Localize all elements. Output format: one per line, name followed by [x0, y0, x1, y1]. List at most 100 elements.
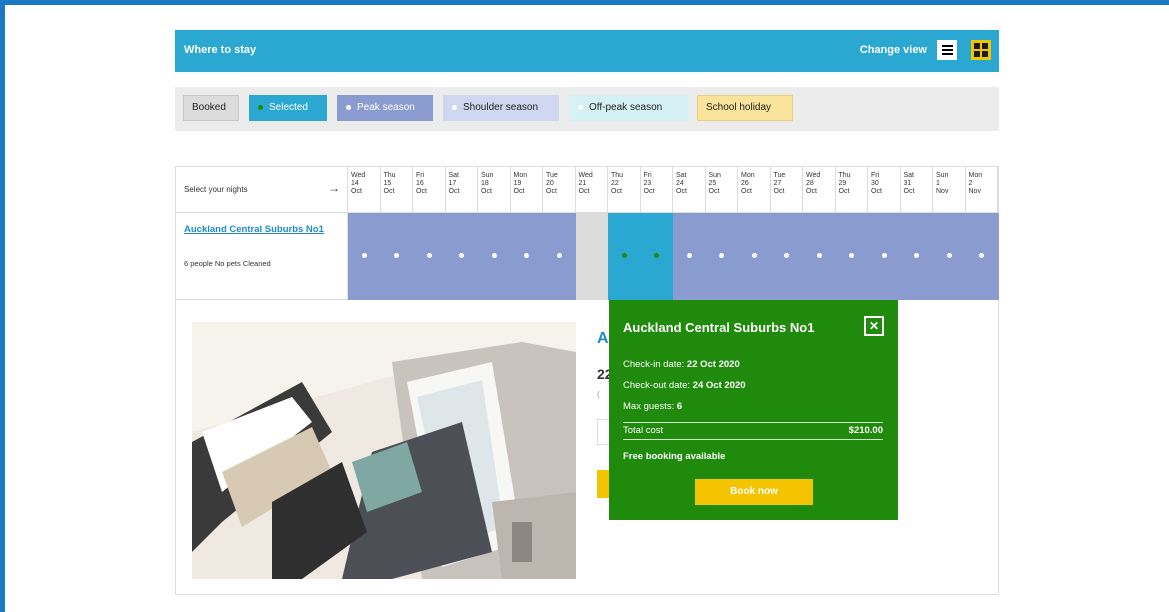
night-cell-booked	[575, 213, 609, 300]
guests-value: 6	[676, 401, 683, 412]
night-cell-peak[interactable]	[673, 213, 706, 300]
date-header-day: Wed	[578, 172, 593, 179]
night-cell-peak[interactable]	[770, 213, 804, 300]
date-header-date: 25	[708, 180, 717, 187]
night-cell-peak[interactable]	[868, 213, 901, 300]
date-column-header[interactable]: Sun 25 Oct	[705, 167, 738, 213]
detail-property-name[interactable]: A	[597, 330, 609, 348]
date-header-date: 1	[936, 180, 940, 187]
night-dot	[751, 253, 757, 258]
date-header-month: Oct	[676, 188, 687, 195]
night-cell-peak[interactable]	[413, 213, 446, 300]
arrow-right-icon[interactable]: →	[328, 181, 340, 195]
night-cell-selected[interactable]	[608, 213, 641, 300]
select-nights-header: Select your nights →	[176, 167, 348, 213]
date-header-month: Nov	[968, 188, 981, 195]
night-cell-selected[interactable]	[640, 213, 674, 300]
night-cell-peak[interactable]	[900, 213, 934, 300]
date-column-header[interactable]: Thu 29 Oct	[835, 167, 868, 213]
date-column-header[interactable]: Mon 2 Nov	[965, 167, 998, 213]
night-dot	[459, 253, 465, 258]
checkin-row: Check-in date: 22 Oct 2020	[623, 359, 740, 370]
property-name-link[interactable]: Auckland Central Suburbs No1	[184, 223, 334, 237]
date-header-date: 30	[871, 180, 879, 187]
night-cell-peak[interactable]	[803, 213, 836, 300]
night-cell-peak[interactable]	[933, 213, 966, 300]
date-column-header[interactable]: Thu 22 Oct	[608, 167, 641, 213]
date-column-header[interactable]: Mon 19 Oct	[510, 167, 543, 213]
date-column-header[interactable]: Sat 17 Oct	[445, 167, 478, 213]
detail-subtext: (	[597, 390, 600, 399]
date-header-month: Oct	[416, 188, 427, 195]
night-dot	[719, 253, 725, 258]
list-view-button[interactable]	[937, 40, 957, 60]
date-column-header[interactable]: Wed 14 Oct	[348, 167, 381, 213]
close-icon: ✕	[868, 319, 880, 333]
legend-label: Shoulder season	[463, 102, 539, 113]
legend-shoulder-season: Shoulder season	[443, 95, 559, 121]
night-cell-peak[interactable]	[835, 213, 869, 300]
date-header-day: Tue	[773, 172, 786, 179]
date-header-day: Mon	[968, 172, 983, 179]
close-button[interactable]: ✕	[864, 316, 884, 336]
date-column-header[interactable]: Wed 21 Oct	[575, 167, 608, 213]
night-cell-peak[interactable]	[478, 213, 511, 300]
night-cell-peak[interactable]	[510, 213, 544, 300]
legend-label: Selected	[269, 102, 308, 113]
legend-label: Peak season	[357, 102, 415, 113]
date-header-day: Wed	[351, 172, 366, 179]
date-header-month: Oct	[806, 188, 817, 195]
date-header-month: Oct	[903, 188, 915, 195]
book-now-button[interactable]: Book now	[695, 479, 813, 505]
legend-school-holiday: School holiday	[697, 95, 793, 121]
date-column-header[interactable]: Fri 16 Oct	[413, 167, 446, 213]
night-cell-peak[interactable]	[543, 213, 576, 300]
date-header-day: Sat	[676, 172, 687, 179]
date-header-month: Oct	[578, 188, 590, 195]
total-value: $210.00	[848, 425, 883, 436]
date-column-header[interactable]: Tue 27 Oct	[770, 167, 803, 213]
date-header-month: Oct	[351, 188, 362, 195]
date-column-header[interactable]: Sat 31 Oct	[900, 167, 933, 213]
night-dot	[621, 253, 627, 258]
date-header-date: 22	[611, 180, 619, 187]
date-header-day: Thu	[611, 172, 624, 179]
date-header-month: Oct	[773, 188, 785, 195]
date-header-day: Mon	[513, 172, 528, 179]
night-cell-peak[interactable]	[380, 213, 414, 300]
grid-view-button[interactable]	[971, 40, 991, 60]
guests-row: Max guests: 6	[623, 401, 682, 412]
date-header-date: 18	[481, 180, 489, 187]
date-column-header[interactable]: Sun 18 Oct	[478, 167, 511, 213]
date-header-month: Oct	[383, 188, 395, 195]
night-dot	[491, 253, 497, 258]
date-column-header[interactable]: Sat 24 Oct	[673, 167, 706, 213]
night-dot	[686, 253, 692, 258]
date-column-header[interactable]: Fri 23 Oct	[640, 167, 673, 213]
change-view-label: Change view	[859, 44, 927, 56]
date-column-header[interactable]: Wed 28 Oct	[803, 167, 836, 213]
date-column-header[interactable]: Fri 30 Oct	[868, 167, 901, 213]
checkout-row: Check-out date: 24 Oct 2020	[623, 380, 746, 391]
date-header-month: Oct	[708, 188, 720, 195]
night-dot	[979, 253, 985, 258]
night-dot	[654, 253, 660, 258]
night-cell-peak[interactable]	[705, 213, 739, 300]
property-cell: Auckland Central Suburbs No1 6 people No…	[176, 213, 348, 300]
date-column-header[interactable]: Thu 15 Oct	[380, 167, 413, 213]
night-cell-peak[interactable]	[738, 213, 771, 300]
date-header-month: Oct	[611, 188, 622, 195]
night-cell-peak[interactable]	[348, 213, 381, 300]
night-dot	[881, 253, 887, 258]
night-cell-peak[interactable]	[965, 213, 999, 300]
date-header-month: Oct	[871, 188, 882, 195]
date-header-date: 17	[448, 180, 457, 187]
date-column-header[interactable]: Mon 26 Oct	[738, 167, 771, 213]
date-column-header[interactable]: Tue 20 Oct	[543, 167, 576, 213]
total-cost-row: Total cost $210.00	[623, 422, 883, 440]
date-header-month: Oct	[838, 188, 850, 195]
date-column-header[interactable]: Sun 1 Nov	[933, 167, 966, 213]
checkin-label: Check-in date:	[623, 359, 685, 370]
night-cell-peak[interactable]	[445, 213, 479, 300]
date-header-day: Thu	[838, 172, 851, 179]
